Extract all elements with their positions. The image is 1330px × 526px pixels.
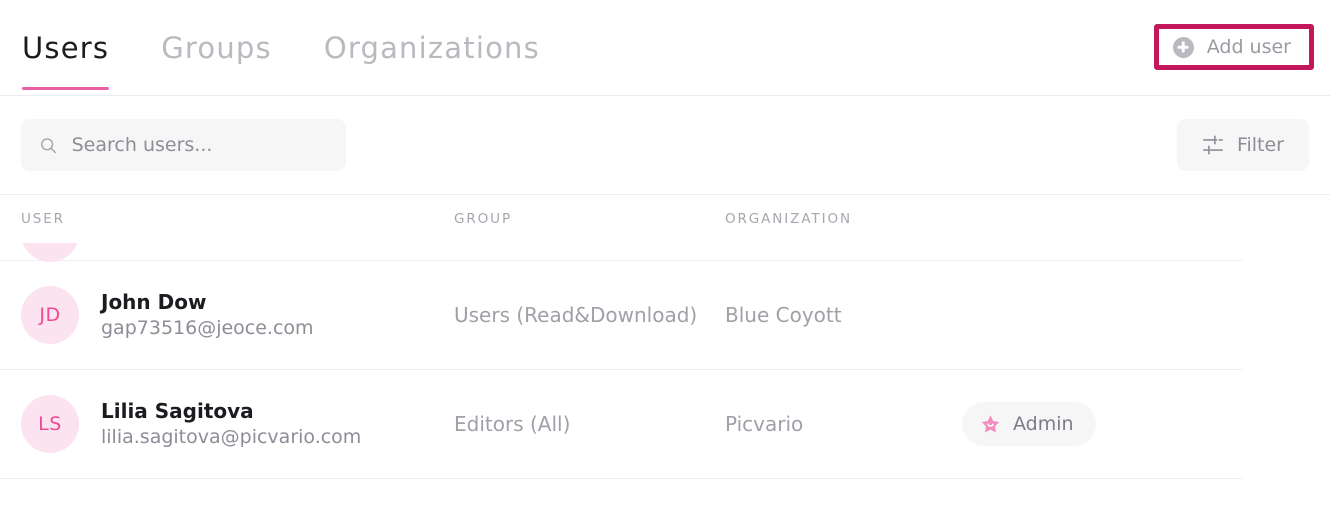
add-user-button[interactable]: Add user <box>1158 29 1309 65</box>
role-cell: Admin <box>962 402 1222 446</box>
user-name: Lilia Sagitova <box>101 398 254 423</box>
user-identity: Lilia Sagitova lilia.sagitova@picvario.c… <box>101 398 361 451</box>
tab-users[interactable]: Users <box>22 0 135 96</box>
user-identity: John Dow gap73516@jeoce.com <box>101 289 314 342</box>
avatar <box>21 243 79 262</box>
add-user-label: Add user <box>1206 36 1291 58</box>
user-email: gap73516@jeoce.com <box>101 316 314 339</box>
group-cell: Users (Read&Download) <box>454 303 698 327</box>
organization-cell: Blue Coyott <box>725 303 842 327</box>
filter-label: Filter <box>1236 134 1284 156</box>
user-cell <box>21 243 454 262</box>
search-toolbar: Filter <box>0 96 1330 195</box>
column-header-group: GROUP <box>454 211 512 227</box>
plus-circle-icon <box>1172 36 1194 58</box>
tab-list: Users Groups Organizations <box>0 0 592 96</box>
status-badge-label: Admin <box>1013 413 1074 435</box>
status-badge[interactable]: Admin <box>962 402 1096 446</box>
table-row[interactable]: JD John Dow gap73516@jeoce.com Users (Re… <box>0 261 1243 370</box>
column-header-organization: ORGANIZATION <box>725 211 852 227</box>
tab-bar: Users Groups Organizations Add user <box>0 0 1330 96</box>
user-name: John Dow <box>101 289 207 314</box>
group-cell: Editors (All) <box>454 412 571 436</box>
avatar: LS <box>21 395 79 453</box>
table-body[interactable]: JD John Dow gap73516@jeoce.com Users (Re… <box>0 243 1330 525</box>
table-row-clipped[interactable] <box>0 243 1243 262</box>
avatar: JD <box>21 286 79 344</box>
tab-organizations[interactable]: Organizations <box>324 0 566 96</box>
table-row[interactable]: LS Lilia Sagitova lilia.sagitova@picvari… <box>0 370 1243 479</box>
add-user-container: Add user <box>1153 24 1314 70</box>
user-email: lilia.sagitova@picvario.com <box>101 425 362 448</box>
search-icon <box>41 137 56 153</box>
tab-users-label: Users <box>22 31 110 65</box>
user-cell: JD John Dow gap73516@jeoce.com <box>21 286 454 344</box>
users-table: USER GROUP ORGANIZATION JD John Dow gap7… <box>0 195 1330 525</box>
column-header-user: USER <box>21 211 65 227</box>
search-input[interactable] <box>71 134 328 156</box>
table-header-row: USER GROUP ORGANIZATION <box>0 195 1330 243</box>
tab-groups-label: Groups <box>161 31 272 65</box>
organization-cell: Picvario <box>725 412 804 436</box>
sliders-icon <box>1202 135 1223 155</box>
user-cell: LS Lilia Sagitova lilia.sagitova@picvari… <box>21 395 454 453</box>
users-management-page: Users Groups Organizations Add user Sear… <box>0 0 1330 526</box>
filter-button[interactable]: Filter <box>1176 119 1309 171</box>
star-icon <box>981 414 1000 433</box>
tab-groups[interactable]: Groups <box>161 0 298 96</box>
tab-organizations-label: Organizations <box>323 31 540 65</box>
search-field-wrapper[interactable] <box>21 119 346 171</box>
